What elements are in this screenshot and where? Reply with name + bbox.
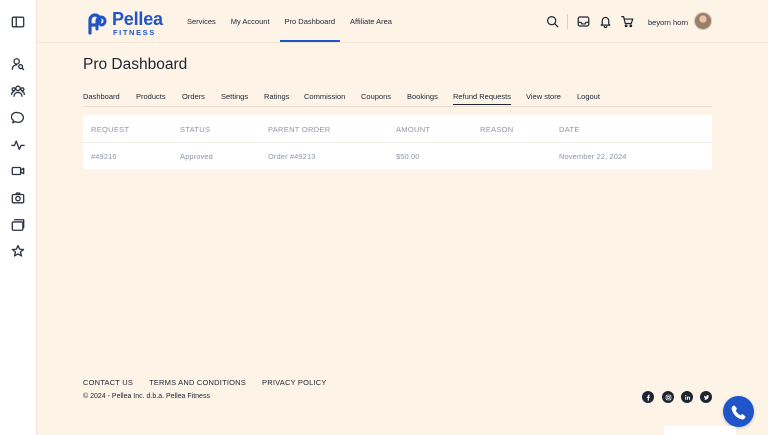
column-header-reason: Reason <box>480 125 514 134</box>
tab-view-store[interactable]: View store <box>526 92 561 101</box>
instagram-icon[interactable] <box>662 391 674 403</box>
tab-settings[interactable]: Settings <box>221 92 248 101</box>
chat-bubble-icon[interactable] <box>11 111 25 125</box>
column-header-amount: Amount <box>396 125 431 134</box>
column-header-parent-order: Parent Order <box>268 125 331 134</box>
video-icon[interactable] <box>11 164 25 178</box>
cell-request[interactable]: #49216 <box>91 152 117 161</box>
footer-link-contact-us[interactable]: CONTACT US <box>83 378 133 387</box>
nav-item-affiliate-area[interactable]: Affiliate Area <box>350 17 392 26</box>
activity-icon[interactable] <box>11 138 25 152</box>
brand-logo[interactable]: Pellea FITNESS <box>84 10 163 36</box>
footer-link-terms[interactable]: TERMS AND CONDITIONS <box>149 378 246 387</box>
tab-products[interactable]: Products <box>136 92 166 101</box>
cell-parent-order[interactable]: Order #49213 <box>268 152 315 161</box>
pellea-logo-mark-icon <box>88 13 107 35</box>
users-icon[interactable] <box>11 84 25 98</box>
tab-ratings[interactable]: Ratings <box>264 92 289 101</box>
user-name[interactable]: beyorn horn <box>648 18 688 27</box>
tab-refund-requests[interactable]: Refund Requests <box>453 92 511 105</box>
user-search-icon[interactable] <box>11 57 25 71</box>
refund-requests-table: Request Status Parent Order Amount Reaso… <box>83 115 712 169</box>
facebook-icon[interactable] <box>642 391 654 403</box>
cell-date: November 22, 2024 <box>559 152 627 161</box>
tab-bookings[interactable]: Bookings <box>407 92 438 101</box>
dashboard-tabs: Dashboard Products Orders Settings Ratin… <box>83 92 712 107</box>
brand-subtitle: FITNESS <box>113 27 156 37</box>
avatar[interactable] <box>694 12 712 30</box>
column-header-date: Date <box>559 125 580 134</box>
chat-widget-peek[interactable] <box>664 426 736 435</box>
footer-link-privacy[interactable]: PRIVACY POLICY <box>262 378 327 387</box>
cell-amount: $50.00 <box>396 152 420 161</box>
table-header: Request Status Parent Order Amount Reaso… <box>83 115 712 143</box>
call-button[interactable] <box>723 396 754 427</box>
brand-name: Pellea <box>112 8 163 29</box>
tab-logout[interactable]: Logout <box>577 92 600 101</box>
tab-commission[interactable]: Commission <box>304 92 345 101</box>
left-icon-rail <box>0 0 37 435</box>
inbox-icon[interactable] <box>576 14 590 28</box>
camera-icon[interactable] <box>11 191 25 205</box>
linkedin-icon[interactable] <box>681 391 693 403</box>
column-header-status: Status <box>180 125 211 134</box>
nav-item-pro-dashboard[interactable]: Pro Dashboard <box>279 17 341 42</box>
tab-dashboard[interactable]: Dashboard <box>83 92 120 101</box>
star-icon[interactable] <box>11 244 25 258</box>
top-navigation-bar: Pellea FITNESS Services My Account Pro D… <box>37 0 768 43</box>
copyright-text: © 2024 - Pellea Inc. d.b.a. Pellea Fitne… <box>83 393 210 400</box>
gallery-icon[interactable] <box>11 218 25 232</box>
cart-icon[interactable] <box>620 14 634 28</box>
phone-icon <box>731 405 745 420</box>
header-divider <box>567 14 568 29</box>
search-icon[interactable] <box>545 14 559 28</box>
tab-orders[interactable]: Orders <box>182 92 205 101</box>
sidebar-toggle-icon[interactable] <box>11 15 25 29</box>
cell-status: Approved <box>180 152 213 161</box>
nav-item-my-account[interactable]: My Account <box>231 17 270 26</box>
nav-item-services[interactable]: Services <box>187 17 216 26</box>
twitter-icon[interactable] <box>700 391 712 403</box>
page-title: Pro Dashboard <box>83 56 188 73</box>
footer-links: CONTACT US TERMS AND CONDITIONS PRIVACY … <box>83 378 343 387</box>
column-header-request: Request <box>91 125 130 134</box>
tab-coupons[interactable]: Coupons <box>361 92 391 101</box>
bell-icon[interactable] <box>598 14 612 28</box>
main-navigation: Services My Account Pro Dashboard Affili… <box>187 17 407 42</box>
